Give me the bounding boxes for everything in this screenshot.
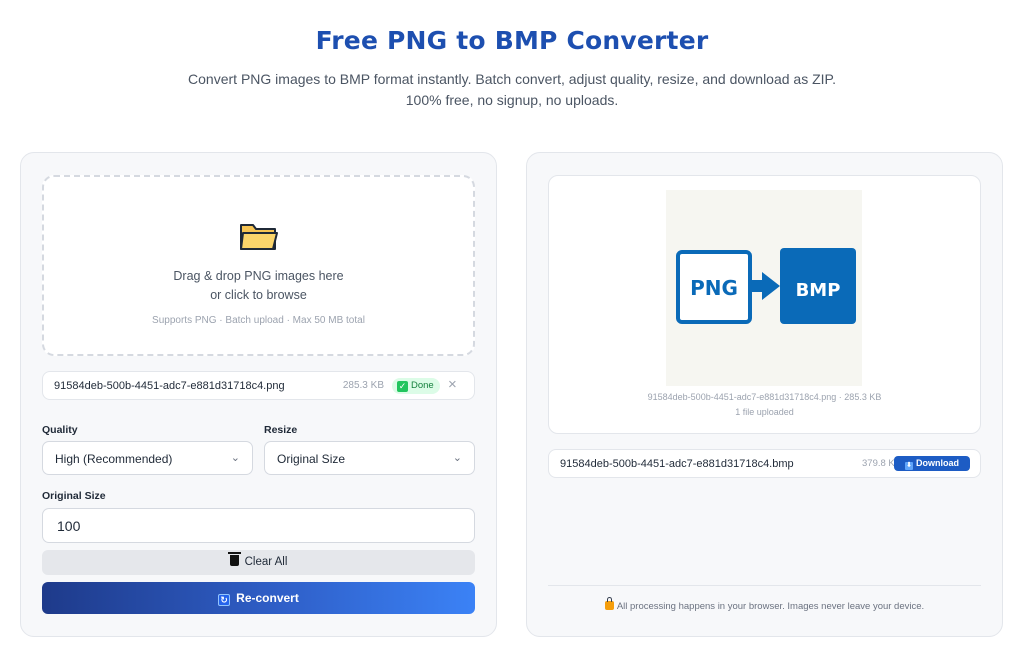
refresh-icon: ↻ xyxy=(218,594,231,606)
trash-icon xyxy=(227,552,241,566)
close-icon[interactable]: × xyxy=(448,376,457,394)
dropzone-browse-text: or click to browse xyxy=(210,288,307,302)
output-file-row: 91584deb-500b-4451-adc7-e881d31718c4.bmp… xyxy=(548,449,981,478)
preview-file-meta: 91584deb-500b-4451-adc7-e881d31718c4.png… xyxy=(647,392,882,402)
preview-card: PNG BMP 91584deb-500b-4451-adc7-e881d317… xyxy=(548,175,981,434)
status-text: Done xyxy=(411,380,434,391)
size-input[interactable] xyxy=(42,508,475,543)
quality-label: Quality xyxy=(42,424,78,436)
resize-label: Resize xyxy=(264,424,298,436)
preview-image: PNG BMP xyxy=(666,190,862,386)
input-file-name: 91584deb-500b-4451-adc7-e881d31718c4.png xyxy=(54,380,285,392)
quality-select-value: High (Recommended) xyxy=(55,452,173,466)
reconvert-button[interactable]: ↻ Re-convert xyxy=(42,582,475,614)
converter-panel: Drag & drop PNG images here or click to … xyxy=(20,152,497,637)
check-icon: ✓ xyxy=(397,381,408,392)
download-icon: ⬇ xyxy=(905,462,913,470)
quality-select[interactable]: High (Recommended) ⌄ xyxy=(42,441,253,475)
resize-select[interactable]: Original Size ⌄ xyxy=(264,441,475,475)
preview-file-count: 1 file uploaded xyxy=(735,407,794,417)
upload-dropzone[interactable]: Drag & drop PNG images here or click to … xyxy=(42,175,475,356)
dropzone-hint: Supports PNG · Batch upload · Max 50 MB … xyxy=(152,315,365,326)
lock-icon xyxy=(604,597,614,610)
output-file-name: 91584deb-500b-4451-adc7-e881d31718c4.bmp xyxy=(560,458,794,470)
download-label: Download xyxy=(916,458,959,468)
png-logo-text: PNG xyxy=(690,276,738,300)
resize-select-value: Original Size xyxy=(277,452,346,466)
input-file-row: 91584deb-500b-4451-adc7-e881d31718c4.png… xyxy=(42,371,475,400)
status-badge: ✓ Done xyxy=(392,378,440,394)
reconvert-label: Re-convert xyxy=(236,591,299,605)
preview-panel: PNG BMP 91584deb-500b-4451-adc7-e881d317… xyxy=(526,152,1003,637)
page-title: Free PNG to BMP Converter xyxy=(315,26,709,55)
page-subtitle: Convert PNG images to BMP format instant… xyxy=(188,71,836,108)
chevron-down-icon: ⌄ xyxy=(230,452,240,464)
privacy-note: All processing happens in your browser. … xyxy=(527,597,1002,612)
bmp-logo-text: BMP xyxy=(796,280,841,301)
divider xyxy=(548,585,981,586)
dropzone-instruction: Drag & drop PNG images here xyxy=(173,269,344,283)
folder-icon xyxy=(240,224,278,250)
clear-all-button[interactable]: Clear All xyxy=(42,550,475,575)
clear-all-label: Clear All xyxy=(244,556,288,568)
chevron-down-icon: ⌄ xyxy=(452,452,462,464)
input-file-size: 285.3 KB xyxy=(342,380,384,391)
privacy-text: All processing happens in your browser. … xyxy=(616,601,925,612)
size-label: Original Size xyxy=(42,490,106,502)
download-button[interactable]: ⬇ Download xyxy=(894,456,970,471)
